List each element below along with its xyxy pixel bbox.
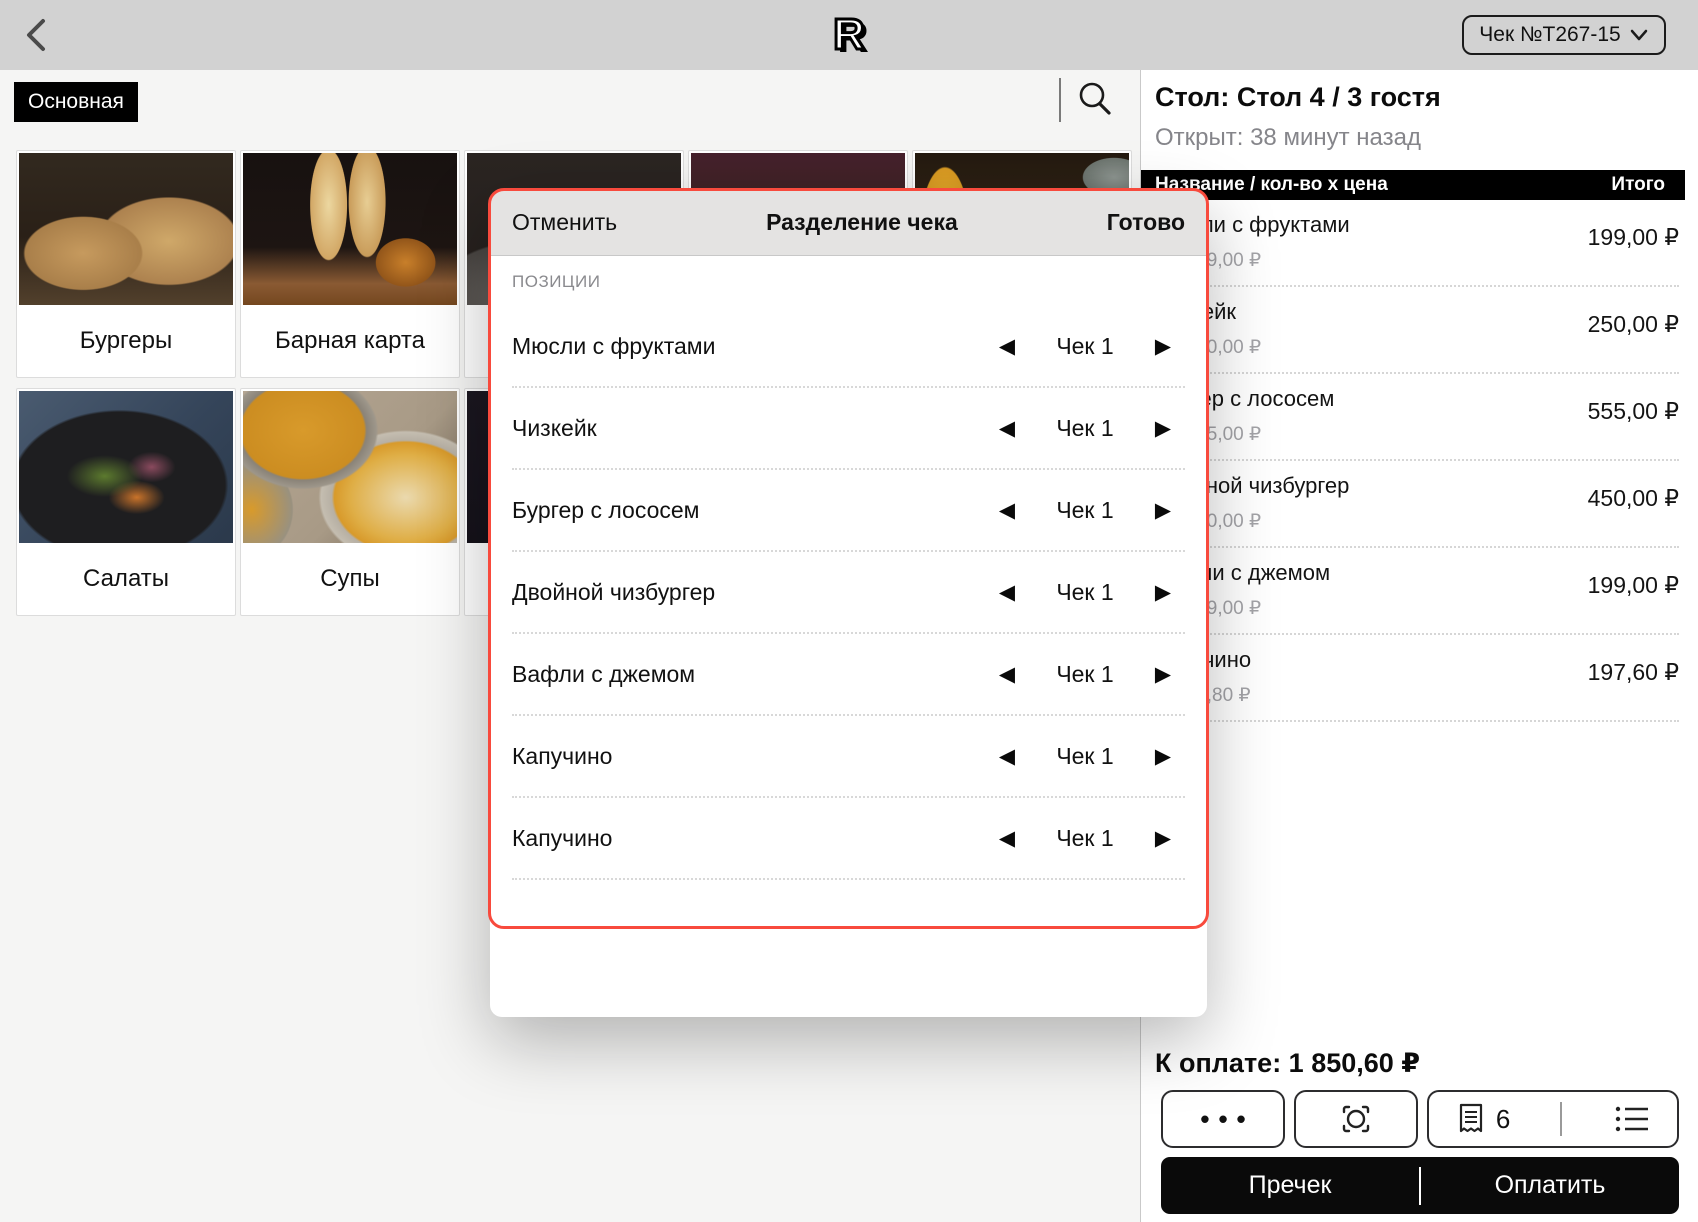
table-info: Стол: Стол 4 / 3 гостя xyxy=(1155,82,1441,113)
receipts-list-button[interactable]: 6 xyxy=(1427,1090,1679,1148)
next-check-arrow[interactable]: ▶ xyxy=(1141,662,1185,686)
check-selector-label: Чек №Т267-15 xyxy=(1479,23,1620,47)
category-label: Барная карта xyxy=(241,305,459,377)
check-selector-dropdown[interactable]: Чек №Т267-15 xyxy=(1462,15,1666,55)
prev-check-arrow[interactable]: ◀ xyxy=(985,498,1029,522)
split-item-row: Вафли с джемом ◀ Чек 1 ▶ xyxy=(512,634,1185,716)
split-item-name: Двойной чизбургер xyxy=(512,579,985,606)
order-item-row[interactable]: Мюсли с фруктами 1 х 199,00 ₽ 199,00 ₽ xyxy=(1155,200,1679,287)
assigned-check-label: Чек 1 xyxy=(1029,825,1141,852)
menu-tab-main[interactable]: Основная xyxy=(14,82,138,122)
app-logo: R xyxy=(0,8,1698,62)
item-total: 199,00 ₽ xyxy=(1588,224,1679,251)
column-name-label: Название / кол-во х цена xyxy=(1155,174,1611,196)
prev-check-arrow[interactable]: ◀ xyxy=(985,580,1029,604)
ellipsis-icon: ••• xyxy=(1191,1109,1254,1129)
item-total: 250,00 ₽ xyxy=(1588,311,1679,338)
category-tile-bar[interactable]: Барная карта xyxy=(240,150,460,378)
button-divider xyxy=(1560,1102,1562,1136)
scan-button[interactable] xyxy=(1294,1090,1418,1148)
split-item-name: Вафли с джемом xyxy=(512,661,985,688)
split-item-row: Капучино ◀ Чек 1 ▶ xyxy=(512,798,1185,880)
order-item-row[interactable]: Чизкейк 1 х 250,00 ₽ 250,00 ₽ xyxy=(1155,287,1679,374)
order-items-list: Мюсли с фруктами 1 х 199,00 ₽ 199,00 ₽ Ч… xyxy=(1155,200,1679,722)
category-label: Бургеры xyxy=(17,305,235,377)
split-check-modal: Отменить Разделение чека Готово ПОЗИЦИИ … xyxy=(490,190,1207,1017)
prev-check-arrow[interactable]: ◀ xyxy=(985,662,1029,686)
item-total: 199,00 ₽ xyxy=(1588,572,1679,599)
item-total: 450,00 ₽ xyxy=(1588,485,1679,512)
assigned-check-label: Чек 1 xyxy=(1029,415,1141,442)
order-item-row[interactable]: Двойной чизбургер 1 х 450,00 ₽ 450,00 ₽ xyxy=(1155,461,1679,548)
payment-action-bar: Пречек Оплатить xyxy=(1161,1157,1679,1214)
pos-app: R Чек №Т267-15 Основная Бургеры Барная к… xyxy=(0,0,1698,1222)
next-check-arrow[interactable]: ▶ xyxy=(1141,580,1185,604)
cancel-button[interactable]: Отменить xyxy=(512,209,617,236)
split-item-row: Бургер с лососем ◀ Чек 1 ▶ xyxy=(512,470,1185,552)
prev-check-arrow[interactable]: ◀ xyxy=(985,826,1029,850)
order-panel: Стол: Стол 4 / 3 гостя Открыт: 38 минут … xyxy=(1140,70,1698,1222)
search-icon xyxy=(1074,78,1116,120)
column-total-label: Итого xyxy=(1611,174,1665,196)
receipt-count: 6 xyxy=(1496,1104,1510,1135)
order-item-row[interactable]: Бургер с лососем 1 х 555,00 ₽ 555,00 ₽ xyxy=(1155,374,1679,461)
split-item-row: Чизкейк ◀ Чек 1 ▶ xyxy=(512,388,1185,470)
modal-header: Отменить Разделение чека Готово xyxy=(490,190,1207,256)
category-photo xyxy=(243,153,457,305)
category-tile-salads[interactable]: Салаты xyxy=(16,388,236,616)
item-total: 555,00 ₽ xyxy=(1588,398,1679,425)
prev-check-arrow[interactable]: ◀ xyxy=(985,416,1029,440)
split-items-list: Мюсли с фруктами ◀ Чек 1 ▶ Чизкейк ◀ Чек… xyxy=(512,306,1185,880)
assigned-check-label: Чек 1 xyxy=(1029,661,1141,688)
positions-section-label: ПОЗИЦИИ xyxy=(512,272,600,292)
split-item-row: Двойной чизбургер ◀ Чек 1 ▶ xyxy=(512,552,1185,634)
split-item-row: Мюсли с фруктами ◀ Чек 1 ▶ xyxy=(512,306,1185,388)
next-check-arrow[interactable]: ▶ xyxy=(1141,334,1185,358)
amount-due: К оплате: 1 850,60 ₽ xyxy=(1155,1048,1420,1079)
search-divider xyxy=(1059,78,1061,122)
list-icon[interactable] xyxy=(1612,1103,1652,1135)
search-button[interactable] xyxy=(1074,78,1122,122)
prev-check-arrow[interactable]: ◀ xyxy=(985,744,1029,768)
precheck-button[interactable]: Пречек xyxy=(1161,1171,1419,1200)
next-check-arrow[interactable]: ▶ xyxy=(1141,416,1185,440)
prev-check-arrow[interactable]: ◀ xyxy=(985,334,1029,358)
category-photo xyxy=(243,391,457,543)
chevron-down-icon xyxy=(1629,28,1649,42)
split-item-name: Капучино xyxy=(512,743,985,770)
receipt-icon xyxy=(1454,1099,1488,1139)
order-table-header: Название / кол-во х цена Итого xyxy=(1141,170,1685,200)
scan-icon xyxy=(1334,1097,1378,1141)
pay-button[interactable]: Оплатить xyxy=(1421,1171,1679,1200)
assigned-check-label: Чек 1 xyxy=(1029,579,1141,606)
split-item-name: Капучино xyxy=(512,825,985,852)
assigned-check-label: Чек 1 xyxy=(1029,333,1141,360)
assigned-check-label: Чек 1 xyxy=(1029,743,1141,770)
order-item-row[interactable]: Вафли с джемом 1 х 199,00 ₽ 199,00 ₽ xyxy=(1155,548,1679,635)
opened-time: Открыт: 38 минут назад xyxy=(1155,124,1421,152)
receipts-button-content: 6 xyxy=(1429,1099,1677,1139)
category-tile-burgers[interactable]: Бургеры xyxy=(16,150,236,378)
next-check-arrow[interactable]: ▶ xyxy=(1141,498,1185,522)
split-item-name: Бургер с лососем xyxy=(512,497,985,524)
next-check-arrow[interactable]: ▶ xyxy=(1141,826,1185,850)
category-photo xyxy=(19,391,233,543)
done-button[interactable]: Готово xyxy=(1107,209,1185,236)
next-check-arrow[interactable]: ▶ xyxy=(1141,744,1185,768)
category-photo xyxy=(19,153,233,305)
category-tile-soups[interactable]: Супы xyxy=(240,388,460,616)
category-label: Супы xyxy=(241,543,459,615)
modal-title: Разделение чека xyxy=(617,209,1107,236)
split-item-name: Чизкейк xyxy=(512,415,985,442)
top-bar: R Чек №Т267-15 xyxy=(0,0,1698,71)
item-total: 197,60 ₽ xyxy=(1588,659,1679,686)
assigned-check-label: Чек 1 xyxy=(1029,497,1141,524)
more-actions-button[interactable]: ••• xyxy=(1161,1090,1285,1148)
split-item-row: Капучино ◀ Чек 1 ▶ xyxy=(512,716,1185,798)
split-item-name: Мюсли с фруктами xyxy=(512,333,985,360)
category-label: Салаты xyxy=(17,543,235,615)
receipt-count-group[interactable]: 6 xyxy=(1454,1099,1510,1139)
order-item-row[interactable]: Капучино 2 х 98,80 ₽ 197,60 ₽ xyxy=(1155,635,1679,722)
